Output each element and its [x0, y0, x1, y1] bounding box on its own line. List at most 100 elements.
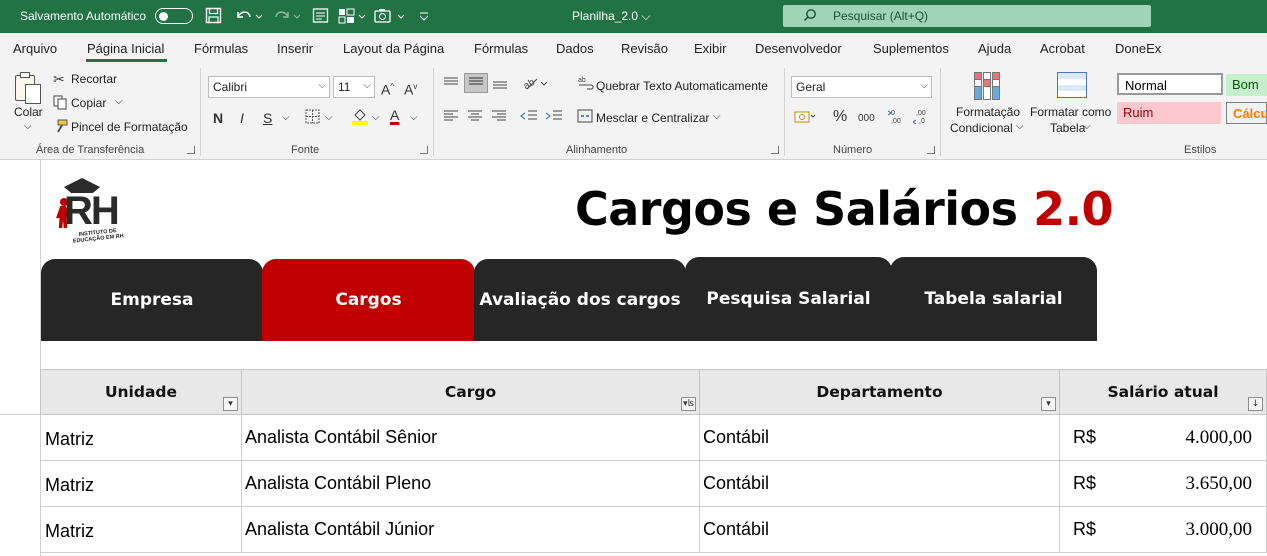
number-launcher-icon[interactable] [927, 146, 935, 154]
tab-inserir[interactable]: Inserir [277, 41, 313, 56]
align-middle-icon[interactable] [464, 73, 488, 93]
pivot-icon[interactable] [338, 7, 366, 28]
table-row-cell-salario[interactable]: R$ 3.650,00 [1059, 461, 1267, 507]
conditional-formatting-icon[interactable] [974, 72, 1002, 100]
table-row-cell-departamento[interactable]: Contábil [699, 461, 1060, 507]
form-icon[interactable] [312, 7, 329, 28]
conditional-formatting-button-line2[interactable]: Condicional [950, 121, 1013, 135]
underline-dropdown-icon[interactable]: ⌵ [282, 110, 290, 126]
italic-button[interactable]: I [240, 110, 244, 126]
format-as-table-button[interactable]: Formatar como [1030, 105, 1111, 119]
search-box[interactable]: Pesquisar (Alt+Q) [783, 5, 1151, 27]
borders-dropdown-icon[interactable]: ⌵ [325, 110, 333, 126]
font-size-select[interactable]: 11 ⌵ [333, 76, 375, 98]
tab-ajuda[interactable]: Ajuda [978, 41, 1011, 56]
increase-indent-icon[interactable] [545, 109, 563, 126]
table-row-cell-cargo[interactable]: Analista Contábil Júnior [241, 507, 700, 553]
style-bad[interactable]: Ruim [1117, 102, 1221, 124]
font-color-icon[interactable]: A [390, 107, 399, 123]
wrap-text-icon[interactable]: ab [578, 76, 594, 93]
style-calculation[interactable]: Cálcul [1226, 102, 1267, 124]
format-as-table-button-line2[interactable]: Tabela [1050, 121, 1085, 135]
tab-dados[interactable]: Dados [556, 41, 594, 56]
bold-button[interactable]: N [213, 110, 223, 126]
align-top-icon[interactable] [443, 76, 459, 93]
format-painter-button[interactable]: Pincel de Formatação [71, 120, 188, 134]
fill-color-dropdown-icon[interactable]: ⌵ [372, 110, 380, 126]
nav-pesquisa-button[interactable]: Pesquisa Salarial [685, 257, 892, 341]
cut-button[interactable]: Recortar [71, 72, 117, 86]
style-normal[interactable]: Normal [1117, 73, 1223, 95]
nav-cargos-button[interactable]: Cargos [262, 259, 475, 341]
worksheet[interactable]: RH INSTITUTO DE EDUCAÇÃO EM RH Cargos e … [0, 160, 1267, 556]
nav-tabela-button[interactable]: Tabela salarial [890, 257, 1097, 341]
document-title[interactable]: Planilha_2.0 ⌵ [572, 9, 651, 24]
font-color-dropdown-icon[interactable]: ⌵ [410, 110, 418, 126]
tab-formulas[interactable]: Fórmulas [194, 41, 248, 56]
table-row-cell-salario[interactable]: R$ 3.000,00 [1059, 507, 1267, 553]
conditional-formatting-button[interactable]: Formatação [956, 105, 1020, 119]
decrease-decimal-icon[interactable]: ,00,0 [912, 107, 931, 128]
sort-descending-icon[interactable]: ↓ [1248, 397, 1263, 411]
increase-font-icon[interactable]: A^ [381, 79, 394, 98]
table-row-cell-cargo[interactable]: Analista Contábil Pleno [241, 461, 700, 507]
merge-center-button[interactable]: Mesclar e Centralizar [596, 111, 709, 125]
merge-dropdown-icon[interactable]: ⌵ [713, 111, 721, 122]
tab-exibir[interactable]: Exibir [694, 41, 727, 56]
nav-empresa-button[interactable]: Empresa [41, 259, 263, 341]
filter-active-icon[interactable]: ▾ʪ [681, 397, 696, 411]
table-row-cell-unidade[interactable]: Matriz [40, 461, 242, 507]
increase-decimal-icon[interactable]: 0,00 [887, 107, 906, 128]
thousands-button[interactable]: 000 [858, 111, 875, 127]
align-right-icon[interactable] [491, 109, 507, 126]
autosave-toggle[interactable] [155, 8, 193, 24]
align-bottom-icon[interactable] [492, 76, 508, 93]
table-row-cell-unidade[interactable]: Matriz [40, 507, 242, 553]
camera-icon[interactable] [374, 7, 406, 28]
style-good[interactable]: Bom [1226, 74, 1267, 96]
merge-center-icon[interactable] [577, 109, 593, 126]
fill-color-icon[interactable] [351, 107, 369, 128]
copy-dropdown-icon[interactable]: ⌵ [115, 96, 123, 107]
decrease-font-icon[interactable]: Av [404, 79, 417, 98]
tab-desenvolvedor[interactable]: Desenvolvedor [755, 41, 842, 56]
table-row-cell-departamento[interactable]: Contábil [699, 415, 1060, 461]
paste-button[interactable]: Colar [14, 105, 43, 119]
table-row-cell-unidade[interactable]: Matriz [40, 415, 242, 461]
tab-suplementos[interactable]: Suplementos [873, 41, 949, 56]
wrap-text-button[interactable]: Quebrar Texto Automaticamente [596, 79, 768, 93]
copy-button[interactable]: Copiar [71, 96, 106, 110]
font-name-select[interactable]: Calibri ⌵ [208, 76, 330, 98]
tab-arquivo[interactable]: Arquivo [13, 41, 57, 56]
alignment-launcher-icon[interactable] [771, 146, 779, 154]
nav-avaliacao-button[interactable]: Avaliação dos cargos [474, 259, 686, 341]
align-center-icon[interactable] [467, 109, 483, 126]
customize-qat-icon[interactable] [418, 7, 430, 28]
align-left-icon[interactable] [443, 109, 459, 126]
orientation-icon[interactable]: ab [522, 75, 549, 94]
filter-dropdown-icon[interactable]: ▾ [1041, 397, 1056, 411]
table-row-cell-cargo[interactable]: Analista Contábil Sênior [241, 415, 700, 461]
underline-button[interactable]: S [263, 110, 272, 126]
tab-formulas-2[interactable]: Fórmulas [474, 41, 528, 56]
font-launcher-icon[interactable] [420, 146, 428, 154]
paste-dropdown-icon[interactable]: ⌵ [24, 121, 32, 132]
clipboard-launcher-icon[interactable] [187, 146, 195, 154]
table-row-cell-departamento[interactable]: Contábil [699, 507, 1060, 553]
borders-icon[interactable] [305, 109, 320, 127]
decrease-indent-icon[interactable] [520, 109, 538, 126]
redo-icon[interactable] [272, 7, 301, 28]
save-icon[interactable] [205, 7, 222, 28]
paste-icon[interactable] [15, 72, 43, 104]
tab-layout-da-pagina[interactable]: Layout da Página [343, 41, 444, 56]
table-row-cell-salario[interactable]: R$ 4.000,00 [1059, 415, 1267, 461]
percent-button[interactable]: % [833, 109, 847, 125]
format-as-table-icon[interactable] [1057, 72, 1087, 98]
accounting-format-icon[interactable] [794, 110, 816, 127]
tab-pagina-inicial[interactable]: Página Inicial [87, 41, 164, 56]
tab-acrobat[interactable]: Acrobat [1040, 41, 1085, 56]
number-format-select[interactable]: Geral ⌵ [791, 76, 932, 98]
tab-doneex[interactable]: DoneEx [1115, 41, 1161, 56]
tab-revisao[interactable]: Revisão [621, 41, 668, 56]
filter-dropdown-icon[interactable]: ▾ [223, 397, 238, 411]
